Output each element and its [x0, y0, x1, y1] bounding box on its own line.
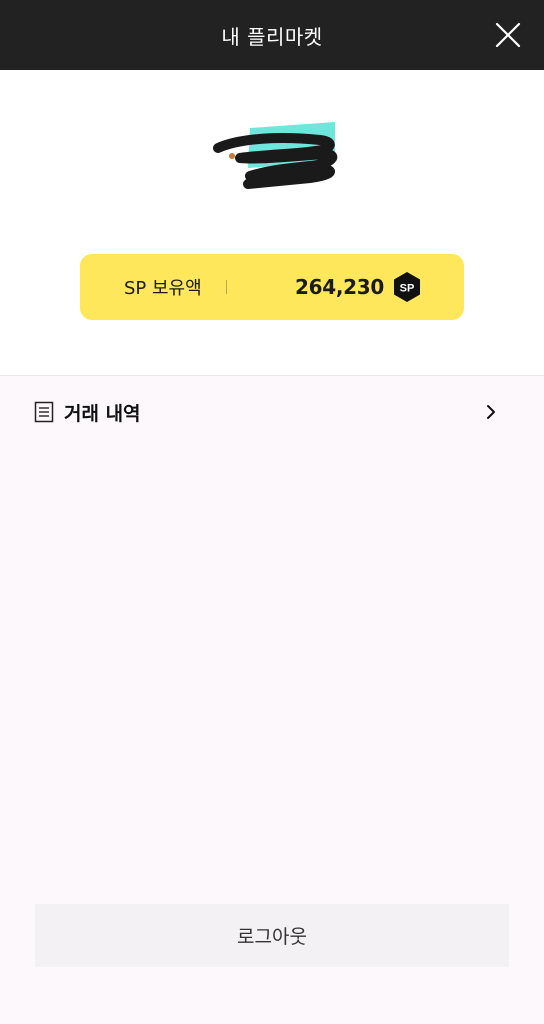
profile-section: SP 보유액 264,230 SP — [0, 70, 544, 376]
sp-balance-amount: 264,230 — [295, 275, 384, 299]
sp-badge-text: SP — [400, 283, 415, 295]
transaction-history-label: 거래 내역 — [64, 402, 141, 425]
top-bar: 내 플리마켓 — [0, 0, 544, 70]
chevron-right-icon — [487, 405, 495, 419]
sp-balance-card: SP 보유액 264,230 SP — [80, 254, 464, 320]
transaction-history-item[interactable]: 거래 내역 — [0, 377, 544, 447]
sp-coin-icon: SP — [394, 272, 420, 302]
close-icon[interactable] — [494, 21, 522, 49]
redacted-profile-image — [213, 122, 338, 189]
document-icon — [34, 401, 54, 423]
logout-button[interactable]: 로그아웃 — [35, 904, 509, 967]
divider — [225, 280, 227, 294]
page-title: 내 플리마켓 — [221, 24, 323, 49]
sp-balance-label: SP 보유액 — [124, 278, 202, 299]
